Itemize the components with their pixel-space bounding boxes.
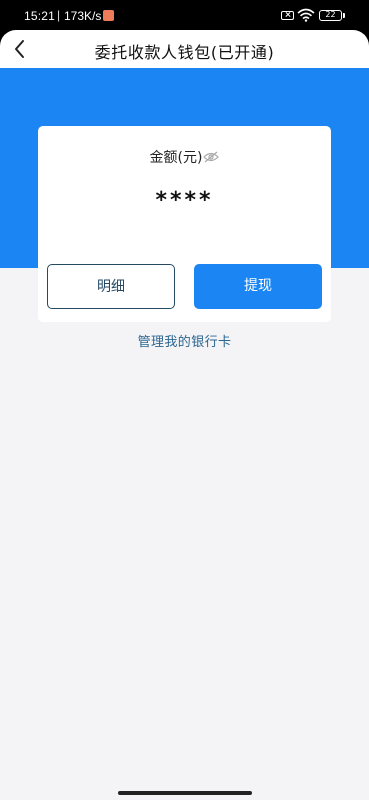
amount-label: 金额(元) [149, 150, 203, 166]
wallet-card: 金额(元) **** 明细 提现 [38, 126, 331, 322]
home-indicator[interactable] [118, 791, 252, 795]
status-separator: | [57, 8, 61, 22]
battery-icon: 22 [319, 10, 342, 21]
manage-bank-cards-link[interactable]: 管理我的银行卡 [0, 331, 369, 350]
amount-value: **** [155, 188, 214, 213]
eye-hidden-icon[interactable] [203, 151, 220, 163]
network-speed: 173K/s [64, 9, 102, 23]
amount-label-row: 金额(元) [38, 147, 331, 167]
page-title: 委托收款人钱包(已开通) [94, 43, 275, 62]
header: 委托收款人钱包(已开通) [0, 30, 369, 68]
battery-tip [343, 13, 345, 18]
status-bar: 15:21 | 173K/s 22 [0, 0, 369, 30]
app-notification-icon [103, 10, 114, 21]
wifi-icon [297, 8, 315, 22]
wallet-screen: 15:21 | 173K/s 22 委托收款人钱包(已开通) 金额(元) ***… [0, 0, 369, 800]
withdraw-button[interactable]: 提现 [194, 264, 322, 309]
status-time: 15:21 [24, 9, 56, 23]
no-sim-icon [281, 11, 294, 20]
detail-button[interactable]: 明细 [47, 264, 175, 309]
